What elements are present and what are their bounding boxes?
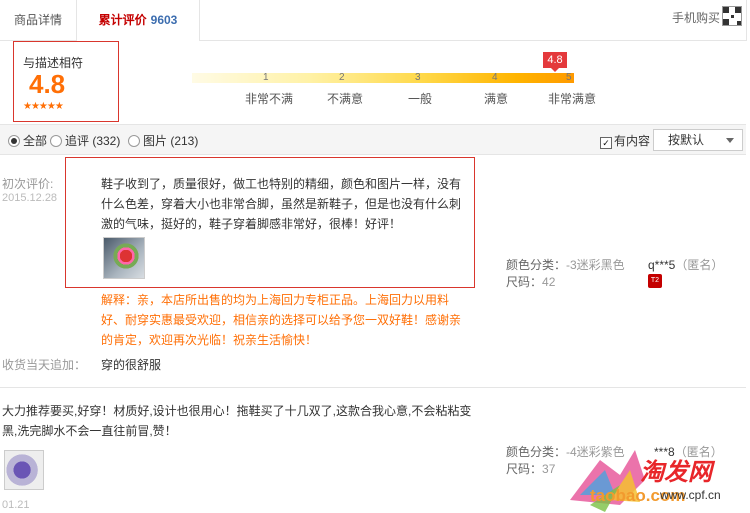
review-date: 2015.12.28 [2,192,58,204]
review-filter-bar: 全部 追评 (332) 图片 (213) ✓ 有内容 按默认 [0,124,746,155]
review-divider [0,387,746,388]
score-value: 4.8 [29,69,66,99]
tab-product-detail[interactable]: 商品详情 [0,0,77,40]
sort-select[interactable]: 按默认 [653,129,743,151]
rating-scale-bar [192,73,574,83]
tab-bar: 商品详情 累计评价 9603 手机购买 [0,0,747,41]
watermark-url-secondary: www.cpf.cn [660,488,721,502]
review-photo-thumbnail[interactable] [103,237,145,279]
sku-color: 颜色分类：-3迷彩黑色 [506,258,625,272]
scale-label: 一般 [408,92,433,106]
chevron-down-icon [726,138,734,143]
scale-tick: 3 [415,72,421,83]
tab-reviews-count: 9603 [150,13,178,27]
watermark-brand: 淘发网 [640,457,712,486]
star-rating-icon: ★★★★★ [23,101,64,112]
scale-tick: 2 [339,72,345,83]
sku-size: 尺码：42 [506,275,556,289]
score-marker-badge: 4.8 [543,52,567,72]
review-text: 鞋子收到了，质量很好，做工也特别的精细，颜色和图片一样，没有什么色差，穿着大小也… [101,177,462,231]
filter-images[interactable]: 图片 (213) [128,132,198,149]
sku-size: 尺码：37 [506,462,556,476]
scale-tick: 4 [492,72,498,83]
review-photo-thumbnail[interactable] [4,450,44,490]
scale-label: 不满意 [327,92,364,106]
tab-reviews[interactable]: 累计评价 9603 [77,0,200,41]
filter-has-content[interactable]: ✓ 有内容 [600,132,650,149]
scale-label: 非常满意 [548,92,597,106]
initial-review-label: 初次评价: [2,177,54,191]
qr-code-icon[interactable] [722,6,742,26]
review-text: 大力推荐要买,好穿！材质好,设计也很用心！拖鞋买了十几双了,这款合我心意,不会粘… [2,404,472,438]
checkbox-icon[interactable]: ✓ [600,137,612,149]
review-date: 01.21 [2,499,30,511]
append-text: 穿的很舒服 [101,358,162,372]
scale-tick: 1 [263,72,269,83]
user-level-icon: T2 [648,274,662,288]
radio-icon[interactable] [8,135,20,147]
scale-label: 非常不满 [245,92,294,106]
scale-label: 满意 [484,92,509,106]
radio-icon[interactable] [128,135,140,147]
filter-all[interactable]: 全部 [8,132,47,149]
seller-reply: 解释：亲，本店所出售的均为上海回力专柜正品。上海回力以用料好、耐穿实惠最受欢迎，… [101,293,462,347]
scale-tick: 5 [566,72,572,83]
filter-followup[interactable]: 追评 (332) [50,132,120,149]
append-label: 收货当天追加： [2,358,87,372]
rating-summary: 与描述相符 4.8 ★★★★★ 4.8 1 2 3 4 5 非常不满 不满意 一… [0,41,746,123]
mobile-buy-link[interactable]: 手机购买 [672,0,720,40]
tab-reviews-label: 累计评价 [98,13,147,27]
reviewer-name: q***5（匿名） [648,258,724,272]
radio-icon[interactable] [50,135,62,147]
score-box: 与描述相符 4.8 ★★★★★ [13,41,119,122]
